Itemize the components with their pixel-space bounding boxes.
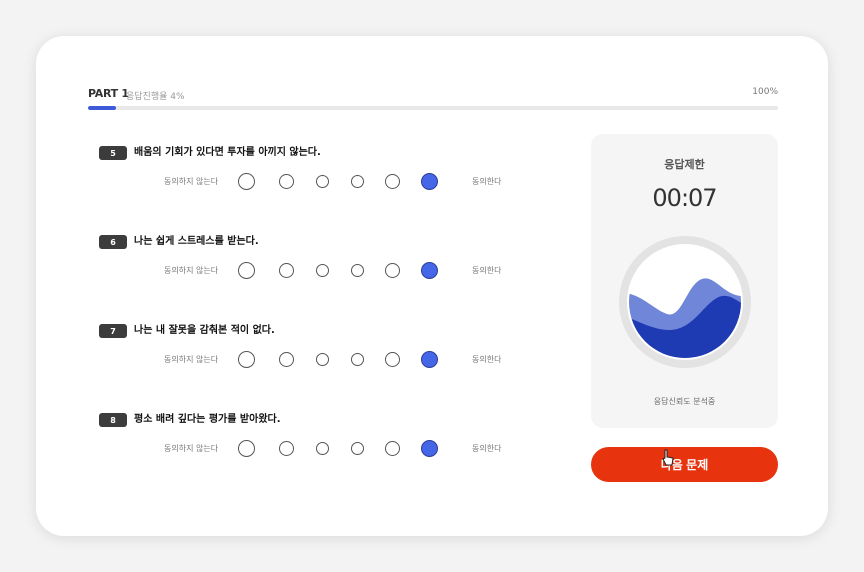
answer-option-6[interactable]	[420, 172, 438, 190]
question-item: 8 평소 배려 깊다는 평가를 받아왔다. 동의하지 않는다 동의한다	[99, 413, 539, 473]
scale-disagree-label: 동의하지 않는다	[164, 177, 219, 186]
answer-option-1[interactable]	[237, 261, 255, 279]
timer-value: 00:07	[652, 184, 717, 212]
question-item: 5 배움의 기회가 있다면 투자를 아끼지 않는다. 동의하지 않는다 동의한다	[99, 146, 539, 206]
scale-disagree-label: 동의하지 않는다	[164, 355, 219, 364]
part-label: PART 1	[88, 87, 129, 100]
question-text: 나는 내 잘못을 감춰본 적이 없다.	[134, 325, 275, 336]
answer-option-5[interactable]	[384, 440, 400, 456]
question-number-badge: 6	[99, 235, 127, 249]
analysis-status: 응답신뢰도 분석중	[653, 397, 716, 406]
response-rate-label: 응답진행율 4%	[126, 92, 185, 102]
answer-option-5[interactable]	[384, 173, 400, 189]
progress-fill	[88, 106, 116, 110]
answer-option-6[interactable]	[420, 350, 438, 368]
answer-option-3[interactable]	[315, 174, 329, 188]
scale-agree-label: 동의한다	[472, 177, 502, 186]
answer-option-3[interactable]	[315, 441, 329, 455]
answer-option-1[interactable]	[237, 439, 255, 457]
question-number-badge: 7	[99, 324, 127, 338]
answer-option-4[interactable]	[350, 263, 364, 277]
answer-option-6[interactable]	[420, 261, 438, 279]
survey-card: PART 1 응답진행율 4% 100% 5 배움의 기회가 있다면 투자를 아끼…	[36, 36, 828, 536]
scale-agree-label: 동의한다	[472, 355, 502, 364]
question-text: 나는 쉽게 스트레스를 받는다.	[134, 236, 259, 247]
answer-option-3[interactable]	[315, 263, 329, 277]
question-item: 7 나는 내 잘못을 감춰본 적이 없다. 동의하지 않는다 동의한다	[99, 324, 539, 384]
answer-option-6[interactable]	[420, 439, 438, 457]
scale-agree-label: 동의한다	[472, 444, 502, 453]
timer-panel: 응답제한 00:07 응답신뢰도 분석중	[591, 134, 778, 428]
scale-agree-label: 동의한다	[472, 266, 502, 275]
answer-option-4[interactable]	[350, 441, 364, 455]
timer-title: 응답제한	[664, 158, 705, 171]
answer-option-4[interactable]	[350, 174, 364, 188]
question-number-badge: 8	[99, 413, 127, 427]
answer-option-5[interactable]	[384, 351, 400, 367]
next-question-button[interactable]: 다음 문제	[591, 447, 778, 482]
answer-option-4[interactable]	[350, 352, 364, 366]
question-text: 평소 배려 깊다는 평가를 받아왔다.	[134, 414, 281, 425]
question-text: 배움의 기회가 있다면 투자를 아끼지 않는다.	[134, 147, 321, 158]
question-number-badge: 5	[99, 146, 127, 160]
answer-option-2[interactable]	[278, 440, 294, 456]
answer-option-1[interactable]	[237, 350, 255, 368]
answer-option-3[interactable]	[315, 352, 329, 366]
scale-disagree-label: 동의하지 않는다	[164, 266, 219, 275]
answer-option-2[interactable]	[278, 173, 294, 189]
scale-disagree-label: 동의하지 않는다	[164, 444, 219, 453]
wave-gauge-icon	[619, 236, 751, 368]
answer-option-1[interactable]	[237, 172, 255, 190]
answer-option-5[interactable]	[384, 262, 400, 278]
answer-option-2[interactable]	[278, 351, 294, 367]
question-item: 6 나는 쉽게 스트레스를 받는다. 동의하지 않는다 동의한다	[99, 235, 539, 295]
answer-option-2[interactable]	[278, 262, 294, 278]
progress-percent-label: 100%	[752, 87, 778, 97]
progress-bar	[88, 106, 778, 110]
